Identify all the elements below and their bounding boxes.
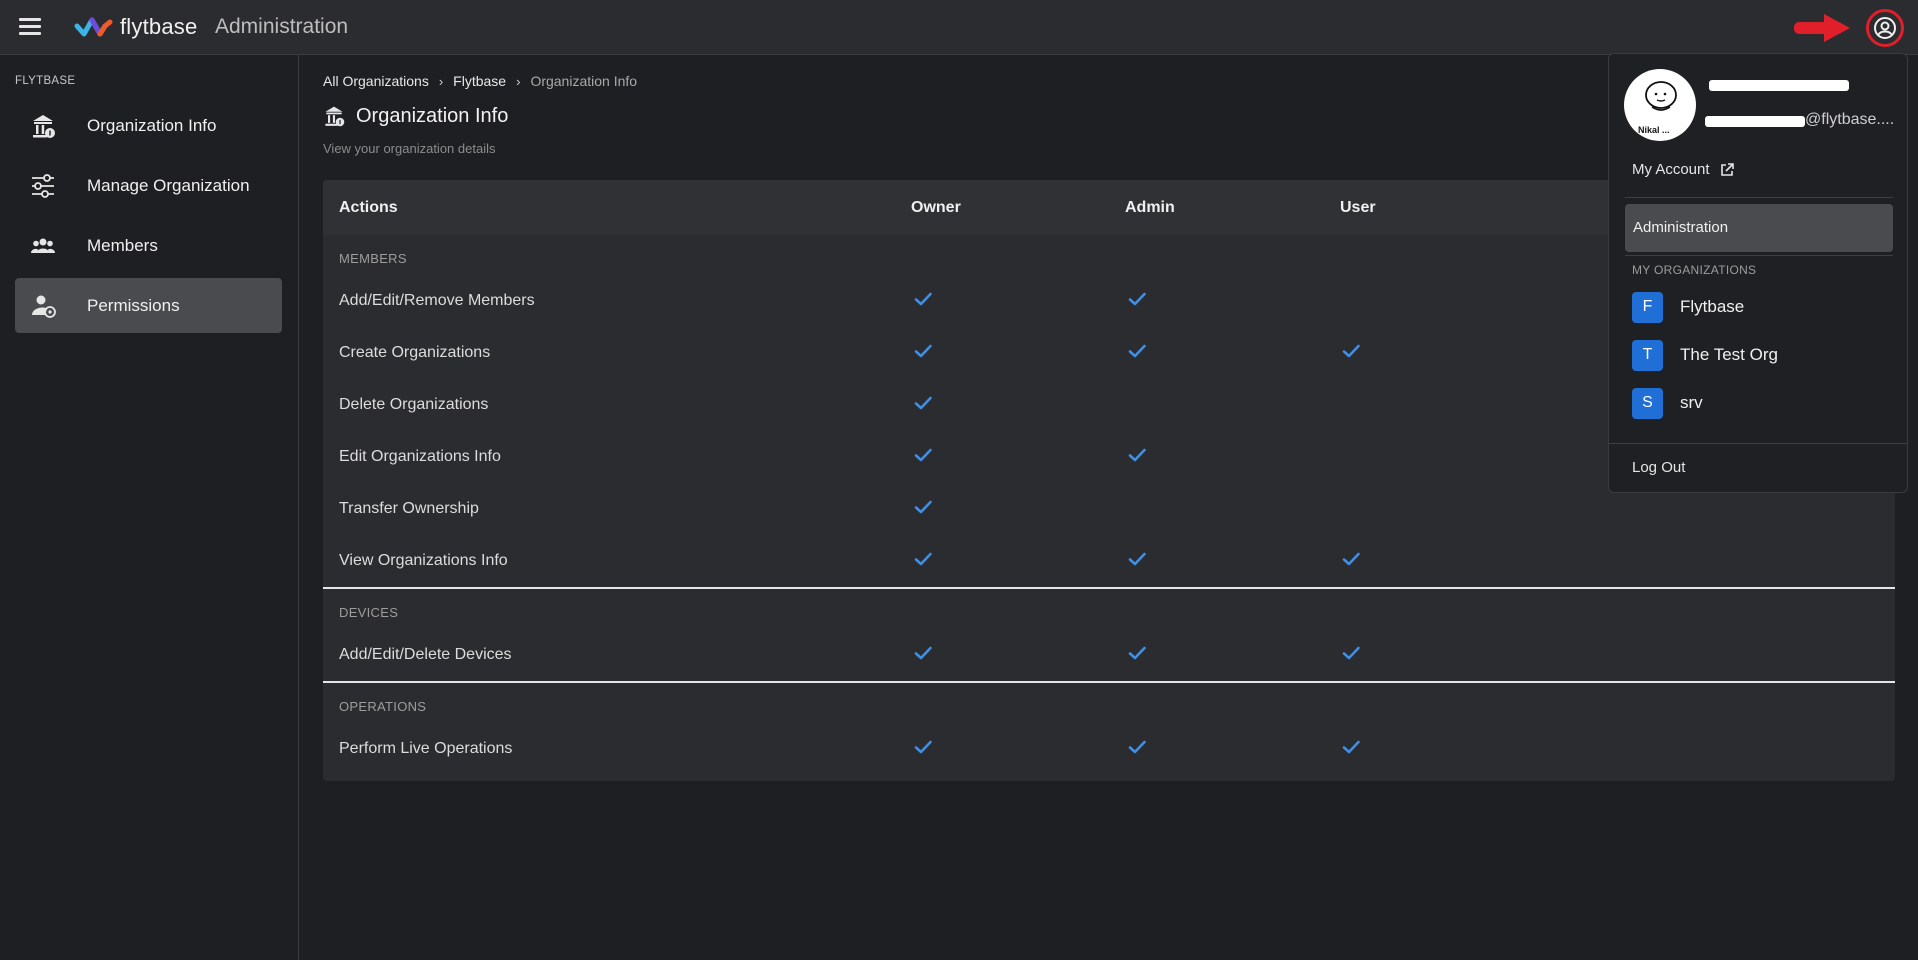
avatar-caption: Nikal ... xyxy=(1638,125,1670,135)
hamburger-menu-icon[interactable] xyxy=(19,18,41,36)
permissions-icon xyxy=(32,295,56,318)
sliders-icon xyxy=(32,174,54,198)
external-link-icon xyxy=(1720,162,1734,176)
checkmark-icon xyxy=(1341,737,1361,757)
column-header-actions: Actions xyxy=(339,199,398,216)
breadcrumb-flytbase[interactable]: Flytbase xyxy=(453,73,506,89)
checkmark-icon xyxy=(1127,643,1147,663)
organization-icon xyxy=(33,115,55,138)
table-row: View Organizations Info xyxy=(323,535,1895,587)
org-item-the-test-org[interactable]: T The Test Org xyxy=(1632,339,1887,371)
action-label: Delete Organizations xyxy=(339,396,489,413)
section-label: MEMBERS xyxy=(339,251,407,266)
account-circle-icon xyxy=(1874,17,1896,39)
administration-menu-item[interactable]: Administration xyxy=(1625,204,1893,252)
menu-divider xyxy=(1625,197,1893,198)
red-arrow-icon xyxy=(1794,14,1850,42)
sidebar-item-permissions[interactable]: Permissions xyxy=(15,278,282,333)
account-menu-button[interactable] xyxy=(1866,9,1904,47)
action-label: Edit Organizations Info xyxy=(339,448,501,465)
checkmark-icon xyxy=(1341,549,1361,569)
checkmark-icon xyxy=(1127,341,1147,361)
action-label: Transfer Ownership xyxy=(339,500,479,517)
checkmark-icon xyxy=(913,643,933,663)
table-row: Add/Edit/Delete Devices xyxy=(323,629,1895,681)
breadcrumb-current: Organization Info xyxy=(530,73,638,89)
sidebar-item-organization-info[interactable]: Organization Info xyxy=(15,98,282,153)
column-header-admin: Admin xyxy=(1125,199,1175,216)
redacted-name xyxy=(1709,80,1849,91)
checkmark-icon xyxy=(913,549,933,569)
org-item-flytbase[interactable]: F Flytbase xyxy=(1632,291,1887,323)
checkmark-icon xyxy=(913,393,933,413)
checkmark-icon xyxy=(1341,341,1361,361)
account-dropdown: Nikal ... @flytbase.... My Account Admin… xyxy=(1608,53,1908,493)
checkmark-icon xyxy=(1341,643,1361,663)
sidebar-item-label: Manage Organization xyxy=(87,175,250,195)
my-organizations-heading: MY ORGANIZATIONS xyxy=(1632,263,1757,277)
page-title: Organization Info xyxy=(356,104,509,127)
sidebar-item-label: Permissions xyxy=(87,295,180,315)
logout-menu-item[interactable]: Log Out xyxy=(1632,459,1685,476)
sidebar-item-manage-organization[interactable]: Manage Organization xyxy=(15,158,282,213)
top-bar: flytbase Administration xyxy=(0,0,1918,55)
action-label: Add/Edit/Delete Devices xyxy=(339,646,512,663)
section-header: OPERATIONS xyxy=(323,683,1895,723)
table-row: Perform Live Operations xyxy=(323,723,1895,775)
menu-divider xyxy=(1625,255,1893,256)
checkmark-icon xyxy=(1127,737,1147,757)
org-item-srv[interactable]: S srv xyxy=(1632,387,1887,419)
administration-label: Administration xyxy=(1633,219,1729,236)
checkmark-icon xyxy=(913,341,933,361)
action-label: View Organizations Info xyxy=(339,552,508,569)
menu-divider xyxy=(1609,443,1907,444)
flytbase-logo[interactable]: flytbase xyxy=(74,14,197,40)
org-badge: T xyxy=(1632,339,1663,371)
section-label: DEVICES xyxy=(339,605,399,620)
org-badge: F xyxy=(1632,291,1663,323)
my-account-label: My Account xyxy=(1632,161,1710,178)
org-badge: S xyxy=(1632,387,1663,419)
logo-text: flytbase xyxy=(120,14,198,39)
action-label: Add/Edit/Remove Members xyxy=(339,292,535,309)
breadcrumb-all-organizations[interactable]: All Organizations xyxy=(323,73,429,89)
checkmark-icon xyxy=(1127,549,1147,569)
sidebar: FLYTBASE Organization Info Manage Organi… xyxy=(0,55,299,960)
members-icon xyxy=(31,238,55,253)
sidebar-item-label: Organization Info xyxy=(87,115,217,135)
checkmark-icon xyxy=(913,445,933,465)
org-name: Flytbase xyxy=(1680,297,1745,316)
table-footer-spacer xyxy=(323,775,1895,781)
breadcrumb: All Organizations › Flytbase › Organizat… xyxy=(323,73,637,89)
org-name: srv xyxy=(1680,393,1703,412)
action-label: Create Organizations xyxy=(339,344,491,361)
redacted-email xyxy=(1705,116,1805,127)
sidebar-item-members[interactable]: Members xyxy=(15,218,282,273)
chevron-right-icon: › xyxy=(516,73,521,89)
section-header: DEVICES xyxy=(323,589,1895,629)
column-header-owner: Owner xyxy=(911,199,961,216)
action-label: Perform Live Operations xyxy=(339,740,513,757)
column-header-user: User xyxy=(1340,199,1376,216)
app-title: Administration xyxy=(215,15,349,38)
sidebar-item-label: Members xyxy=(87,235,158,255)
my-account-link[interactable]: My Account xyxy=(1632,161,1735,178)
organization-icon xyxy=(325,106,345,127)
checkmark-icon xyxy=(1127,289,1147,309)
checkmark-icon xyxy=(913,289,933,309)
org-name: The Test Org xyxy=(1680,345,1778,364)
sidebar-section-label: FLYTBASE xyxy=(15,75,76,87)
account-email-suffix: @flytbase.... xyxy=(1805,111,1895,128)
section-label: OPERATIONS xyxy=(339,699,427,714)
checkmark-icon xyxy=(1127,445,1147,465)
chevron-right-icon: › xyxy=(438,73,444,89)
page-header: Organization Info xyxy=(322,103,508,129)
checkmark-icon xyxy=(913,737,933,757)
checkmark-icon xyxy=(913,497,933,517)
page-subtitle: View your organization details xyxy=(323,141,496,156)
flytbase-logo-icon xyxy=(74,17,113,37)
avatar: Nikal ... xyxy=(1624,69,1696,141)
